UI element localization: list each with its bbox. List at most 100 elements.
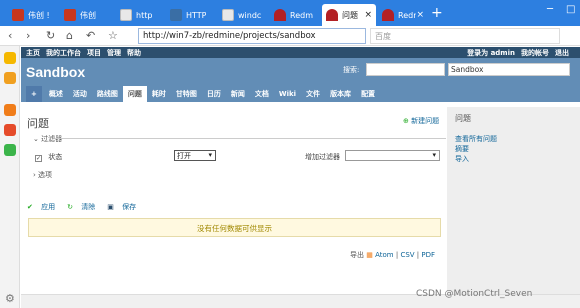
- browser-tab-active[interactable]: 问题 ×: [322, 4, 376, 26]
- app-icon[interactable]: [4, 144, 16, 156]
- tab-wiki[interactable]: Wiki: [274, 86, 301, 102]
- search-input[interactable]: [366, 63, 445, 76]
- tab-gantt[interactable]: 甘特图: [171, 86, 202, 102]
- tab-favicon-icon: [120, 9, 132, 21]
- redmine-favicon-icon: [382, 9, 394, 21]
- browser-tab[interactable]: Redm ×: [378, 4, 428, 26]
- new-issue-label: 新建问题: [411, 117, 440, 125]
- close-tab-icon[interactable]: ×: [416, 10, 424, 20]
- tab-overview[interactable]: 概述: [44, 86, 68, 102]
- add-filter-select[interactable]: ▾: [345, 150, 440, 161]
- browser-tab[interactable]: 伟创 !: [8, 4, 58, 26]
- reload-icon[interactable]: ↻: [46, 29, 55, 42]
- clear-label: 清除: [81, 203, 96, 211]
- top-menu-home[interactable]: 主页: [26, 48, 40, 58]
- watermark: CSDN @MotionCtrl_Seven: [416, 289, 533, 299]
- export-links: 导出 ▦ Atom | CSV | PDF: [350, 250, 435, 260]
- tab-roadmap[interactable]: 路线图: [92, 86, 123, 102]
- options-legend[interactable]: › 选项: [33, 170, 52, 180]
- status-checkbox[interactable]: ✓: [35, 155, 42, 162]
- export-atom-link[interactable]: Atom: [375, 251, 394, 259]
- dropdown-arrow-icon: ▾: [208, 151, 212, 159]
- undo-icon[interactable]: ↶: [86, 29, 95, 42]
- status-operator-select[interactable]: 打开 ▾: [174, 150, 216, 161]
- new-object-button[interactable]: +: [26, 86, 42, 102]
- logged-in-as: 登录为 admin: [467, 48, 515, 57]
- address-bar[interactable]: http://win7-zb/redmine/projects/sandbox: [138, 28, 366, 44]
- settings-gear-icon[interactable]: ⚙: [5, 292, 15, 305]
- tab-settings[interactable]: 配置: [356, 86, 380, 102]
- browser-sidebar: [0, 46, 20, 308]
- save-label: 保存: [122, 203, 137, 211]
- export-pdf-link[interactable]: PDF: [421, 251, 435, 259]
- redmine-favicon-icon: [274, 9, 286, 21]
- options-label: 选项: [38, 171, 53, 179]
- divider: [56, 138, 446, 139]
- tab-activity[interactable]: 活动: [68, 86, 92, 102]
- search-label: 搜索:: [343, 66, 360, 74]
- browser-tab[interactable]: windc: [218, 4, 268, 26]
- project-header: Sandbox 搜索: Sandbox + 概述 活动 路线图 问题 耗时 甘特…: [21, 58, 580, 102]
- favorite-star-icon[interactable]: ☆: [108, 29, 118, 42]
- sidebar-title: 问题: [455, 114, 471, 123]
- tab-news[interactable]: 新闻: [226, 86, 250, 102]
- filters-label: 过滤器: [41, 135, 63, 143]
- summary-link[interactable]: 摘要: [455, 144, 572, 154]
- browser-tab[interactable]: Redm: [270, 4, 320, 26]
- apply-button[interactable]: ✔ 应用: [27, 202, 61, 212]
- back-icon[interactable]: ‹: [8, 29, 12, 42]
- browser-toolbar: ‹ › ↻ ⌂ ↶ ☆ http://win7-zb/redmine/proje…: [0, 26, 580, 46]
- redmine-favicon-icon: [326, 9, 338, 21]
- minimize-icon[interactable]: ─: [547, 4, 553, 15]
- logout-link[interactable]: 退出: [555, 48, 569, 58]
- tab-calendar[interactable]: 日历: [202, 86, 226, 102]
- top-menu-my-page[interactable]: 我的工作台: [46, 48, 81, 58]
- no-data-notice: 没有任何数据可供显示: [28, 218, 441, 237]
- collapse-icon: ⌄: [33, 135, 42, 143]
- issues-sidebar: 问题 查看所有问题 摘要 导入: [447, 107, 580, 294]
- top-menu-projects[interactable]: 项目: [87, 48, 101, 58]
- weibo-icon[interactable]: [4, 124, 16, 136]
- clear-button[interactable]: ↻ 清除: [67, 202, 101, 212]
- add-icon: ⊕: [403, 117, 409, 125]
- rss-icon[interactable]: [4, 104, 16, 116]
- browser-search-input[interactable]: 百度: [370, 28, 560, 44]
- view-all-issues-link[interactable]: 查看所有问题: [455, 134, 572, 144]
- checkmark-icon: ✔: [27, 203, 33, 211]
- close-tab-icon[interactable]: ×: [364, 10, 372, 20]
- redmine-page: 主页 我的工作台 项目 管理 帮助 登录为 admin 我的帐号 退出 Sand…: [21, 47, 580, 294]
- tab-documents[interactable]: 文档: [250, 86, 274, 102]
- main-menu: + 概述 活动 路线图 问题 耗时 甘特图 日历 新闻 文档 Wiki 文件 版…: [26, 86, 380, 102]
- tab-files[interactable]: 文件: [301, 86, 325, 102]
- tab-repository[interactable]: 版本库: [325, 86, 356, 102]
- export-csv-link[interactable]: CSV: [400, 251, 414, 259]
- project-jump-select[interactable]: Sandbox: [448, 63, 570, 76]
- tab-spent-time[interactable]: 耗时: [147, 86, 171, 102]
- new-tab-button[interactable]: +: [431, 5, 443, 21]
- forward-icon[interactable]: ›: [26, 29, 30, 42]
- status-operator-value: 打开: [177, 152, 191, 160]
- close-window-icon[interactable]: □: [566, 4, 575, 15]
- tab-favicon-icon: [170, 9, 182, 21]
- top-menu-admin[interactable]: 管理: [107, 48, 121, 58]
- my-account-link[interactable]: 我的帐号: [521, 48, 549, 58]
- save-button[interactable]: ▣ 保存: [107, 202, 142, 212]
- status-filter-row: ✓ 状态: [35, 152, 62, 162]
- browser-tab[interactable]: http: [116, 4, 164, 26]
- tab-favicon-icon: [222, 9, 234, 21]
- issues-content: 问题 ⊕ 新建问题 ⌄ 过滤器 ✓ 状态 打开 ▾ 增加过滤器 ▾ › 选项 ✔…: [21, 107, 447, 294]
- filters-legend[interactable]: ⌄ 过滤器: [33, 134, 62, 144]
- new-issue-link[interactable]: ⊕ 新建问题: [403, 116, 439, 126]
- browser-tab[interactable]: 伟创: [60, 4, 114, 26]
- notes-icon[interactable]: [4, 72, 16, 84]
- favorites-star-icon[interactable]: [4, 52, 16, 64]
- tab-favicon-icon: [64, 9, 76, 21]
- top-menu-help[interactable]: 帮助: [127, 48, 141, 58]
- add-filter-label: 增加过滤器: [305, 153, 340, 161]
- browser-tab[interactable]: HTTP: [166, 4, 216, 26]
- import-link[interactable]: 导入: [455, 154, 572, 164]
- home-icon[interactable]: ⌂: [66, 29, 73, 42]
- rss-icon: ▦: [366, 251, 373, 259]
- tab-issues[interactable]: 问题: [122, 86, 147, 102]
- dropdown-arrow-icon: ▾: [432, 151, 436, 159]
